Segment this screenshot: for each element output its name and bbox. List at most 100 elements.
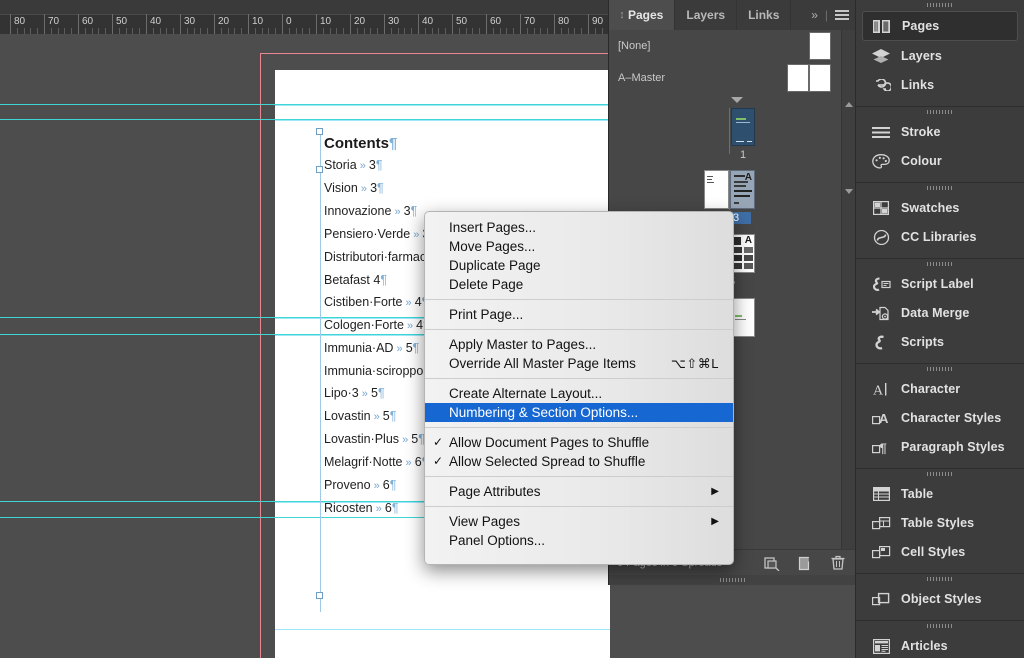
dock-item-links[interactable]: Links	[862, 71, 1018, 99]
dock-item-pages[interactable]: Pages	[862, 11, 1018, 41]
ruler-tick	[112, 14, 113, 34]
menu-item[interactable]: ✓ Allow Selected Spread to Shuffle	[425, 452, 733, 471]
dock-group-grip[interactable]	[856, 107, 1024, 117]
dock-item-label: Data Merge	[901, 306, 970, 320]
page-thumbnail-selected[interactable]: A	[730, 170, 755, 209]
toc-entry[interactable]: Vision » 3¶	[324, 177, 610, 200]
delete-page-icon[interactable]	[831, 555, 845, 571]
master-thumbnail	[809, 64, 831, 92]
dock-group-grip[interactable]	[856, 364, 1024, 374]
ruler-tick	[520, 14, 521, 34]
dock-groups: Pages Layers Links Stroke Colour Swatches CC L…	[856, 0, 1024, 658]
page-thumbnail[interactable]	[731, 108, 755, 146]
master-pages-list[interactable]: [None] A–Master	[609, 30, 842, 95]
menu-item[interactable]: Apply Master to Pages...	[425, 335, 733, 354]
master-thumbnails	[787, 64, 842, 92]
frame-handle-top[interactable]	[316, 128, 323, 135]
dock-group-grip[interactable]	[856, 183, 1024, 193]
dock-item-data-merge[interactable]: Data Merge	[862, 299, 1018, 327]
ruler-tick	[486, 14, 487, 34]
frame-handle-mid[interactable]	[316, 166, 323, 173]
menu-item[interactable]: Move Pages...	[425, 237, 733, 256]
tab-pages[interactable]: ↕ Pages	[609, 0, 676, 30]
scroll-up-arrow[interactable]	[845, 102, 853, 107]
toc-entry-label: Lovastin	[324, 409, 371, 423]
dock-item-table-styles[interactable]: Table Styles	[862, 509, 1018, 537]
edit-page-size-icon[interactable]	[764, 556, 780, 571]
dock-item-paragraph-styles[interactable]: ¶ Paragraph Styles	[862, 433, 1018, 461]
spread-spine	[729, 108, 730, 154]
grip-dots	[927, 186, 953, 190]
tab-layers[interactable]: Layers	[675, 0, 738, 30]
menu-item[interactable]: Numbering & Section Options...	[425, 403, 733, 422]
master-name: A–Master	[618, 72, 666, 84]
dock-item-script-label[interactable]: Script Label	[862, 270, 1018, 298]
contents-heading: Contents¶	[324, 134, 610, 154]
menu-item[interactable]: ✓ Allow Document Pages to Shuffle	[425, 433, 733, 452]
menu-item[interactable]: Duplicate Page	[425, 256, 733, 275]
master-row-a-master[interactable]: A–Master	[609, 62, 842, 94]
tab-links[interactable]: Links	[737, 0, 792, 30]
frame-handle-bottom[interactable]	[316, 592, 323, 599]
dock-group-grip[interactable]	[856, 574, 1024, 584]
master-thumbnail	[787, 64, 809, 92]
selected-spread-indicator	[731, 97, 743, 103]
page-number[interactable]: 1	[727, 149, 759, 161]
dock-group: Object Styles	[856, 574, 1024, 621]
dock-group: Swatches CC Libraries	[856, 183, 1024, 259]
toc-entry[interactable]: Storia » 3¶	[324, 154, 610, 177]
menu-item[interactable]: Override All Master Page Items ⌥⇧⌘L	[425, 354, 733, 373]
horizontal-ruler[interactable]: 80 70 60 50 40 30 20 10 0 10 20 30 40 50 60 70 80 90	[0, 0, 610, 35]
dock-item-stroke[interactable]: Stroke	[862, 118, 1018, 146]
svg-text:A: A	[879, 411, 889, 426]
master-row-none[interactable]: [None]	[609, 30, 842, 62]
menu-item[interactable]: Delete Page	[425, 275, 733, 294]
dock-item-colour[interactable]: Colour	[862, 147, 1018, 175]
dock-item-articles[interactable]: Articles	[862, 632, 1018, 658]
ruler-tick	[350, 14, 351, 34]
ruler-label: 70	[524, 16, 536, 27]
pages-context-menu[interactable]: Insert Pages... Move Pages... Duplicate Pa…	[424, 211, 734, 565]
dock-group-grip[interactable]	[856, 469, 1024, 479]
dock-group-grip[interactable]	[856, 621, 1024, 631]
dock-item-character[interactable]: A Character	[862, 375, 1018, 403]
table-styles-icon	[870, 514, 892, 532]
dock-group: A Character A Character Styles ¶ Paragraph St…	[856, 364, 1024, 469]
menu-item[interactable]: Print Page...	[425, 305, 733, 324]
page-thumbnail[interactable]	[704, 170, 729, 209]
dock-group-grip[interactable]	[856, 259, 1024, 269]
menu-item[interactable]: Insert Pages...	[425, 218, 733, 237]
menu-item-shortcut: ⌥⇧⌘L	[670, 356, 719, 371]
new-page-icon[interactable]	[798, 556, 813, 571]
toc-page-number: 3	[403, 204, 411, 218]
dock-item-cell-styles[interactable]: Cell Styles	[862, 538, 1018, 566]
dock-item-layers[interactable]: Layers	[862, 42, 1018, 70]
ruler-label: 10	[320, 16, 332, 27]
submenu-arrow-icon: ▶	[711, 486, 719, 497]
toc-leader: »	[399, 434, 412, 446]
dock-item-label: Character Styles	[901, 411, 1002, 425]
panel-dock[interactable]: Pages Layers Links Stroke Colour Swatches CC L…	[855, 0, 1024, 658]
menu-item[interactable]: Panel Options...	[425, 531, 733, 550]
svg-text:¶: ¶	[879, 440, 886, 455]
toc-page-number: 6	[384, 501, 392, 515]
dock-group-grip[interactable]	[856, 0, 1024, 10]
dock-item-cc-libraries[interactable]: CC Libraries	[862, 223, 1018, 251]
pilcrow-mark: ¶	[391, 501, 399, 515]
overflow-chevron-icon[interactable]: »	[811, 8, 818, 22]
dock-item-table[interactable]: Table	[862, 480, 1018, 508]
text-frame-edge	[320, 132, 321, 612]
toc-page-number: 5	[370, 386, 378, 400]
contents-heading-text: Contents	[324, 135, 389, 152]
dock-item-swatches[interactable]: Swatches	[862, 194, 1018, 222]
menu-item[interactable]: Page Attributes ▶	[425, 482, 733, 501]
scroll-down-arrow[interactable]	[845, 189, 853, 194]
ruler-label: 90	[592, 16, 604, 27]
menu-item[interactable]: View Pages ▶	[425, 512, 733, 531]
dock-item-character-styles[interactable]: A Character Styles	[862, 404, 1018, 432]
dock-item-scripts[interactable]: Scripts	[862, 328, 1018, 356]
pages-panel-resize-grip[interactable]	[609, 575, 857, 585]
panel-menu-icon[interactable]	[835, 9, 849, 21]
menu-item[interactable]: Create Alternate Layout...	[425, 384, 733, 403]
dock-item-object-styles[interactable]: Object Styles	[862, 585, 1018, 613]
